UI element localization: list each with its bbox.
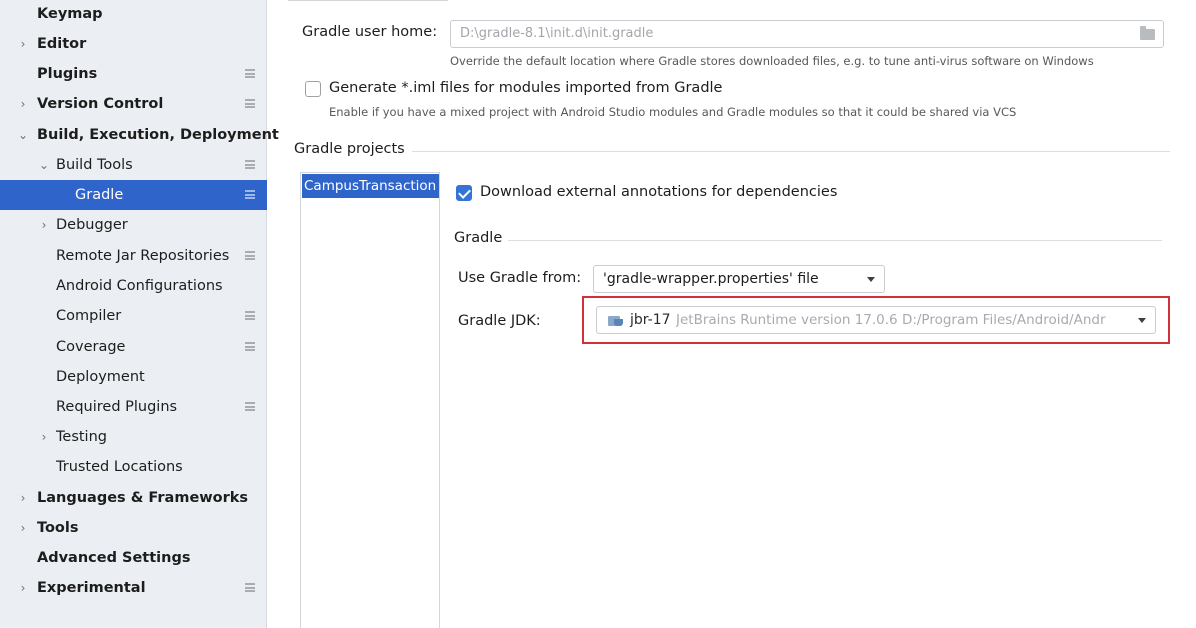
sidebar-item-debugger[interactable]: › Debugger xyxy=(0,210,267,240)
sidebar-item-trusted-locations[interactable]: Trusted Locations xyxy=(0,452,267,482)
sidebar-item-label: Coverage xyxy=(56,339,126,355)
sidebar-item-label: Tools xyxy=(37,520,79,536)
sidebar-item-label: Build Tools xyxy=(56,157,133,173)
sidebar-item-deployment[interactable]: Deployment xyxy=(0,362,267,392)
settings-scope-icon xyxy=(245,69,255,78)
gradle-jdk-label: Gradle JDK: xyxy=(458,313,541,329)
highlight-box: jbr-17 JetBrains Runtime version 17.0.6 … xyxy=(582,296,1170,344)
sidebar-item-label: Trusted Locations xyxy=(56,459,183,475)
chevron-right-icon[interactable]: › xyxy=(16,89,30,119)
sidebar-item-build-execution-deployment[interactable]: ⌄ Build, Execution, Deployment xyxy=(0,120,279,150)
sidebar-item-tools[interactable]: › Tools xyxy=(0,513,267,543)
settings-scope-icon xyxy=(245,342,255,351)
sidebar-item-label: Version Control xyxy=(37,96,164,112)
gradle-settings-panel: Gradle user home: D:\gradle-8.1\init.d\i… xyxy=(268,0,1196,628)
sidebar-item-remote-jar-repositories[interactable]: Remote Jar Repositories xyxy=(0,241,267,271)
sidebar-item-experimental[interactable]: › Experimental xyxy=(0,573,267,603)
gradle-jdk-description: JetBrains Runtime version 17.0.6 D:/Prog… xyxy=(676,312,1106,328)
sidebar-item-label: Android Configurations xyxy=(56,278,223,294)
sidebar-item-languages-frameworks[interactable]: › Languages & Frameworks xyxy=(0,483,267,513)
sidebar-item-label: Editor xyxy=(37,36,87,52)
sidebar-item-label: Deployment xyxy=(56,369,145,385)
section-divider xyxy=(288,0,448,2)
sidebar-item-version-control[interactable]: › Version Control xyxy=(0,89,267,119)
jdk-folder-icon xyxy=(608,314,624,326)
sidebar-item-coverage[interactable]: Coverage xyxy=(0,332,267,362)
gradle-user-home-label: Gradle user home: xyxy=(302,24,438,40)
download-annotations-checkbox[interactable] xyxy=(456,185,472,201)
chevron-down-icon[interactable]: ⌄ xyxy=(16,120,30,150)
chevron-down-icon xyxy=(867,277,875,282)
sidebar-item-advanced-settings[interactable]: Advanced Settings xyxy=(0,543,267,573)
settings-scope-icon xyxy=(245,190,255,199)
sidebar-item-compiler[interactable]: Compiler xyxy=(0,301,267,331)
sidebar-item-label: Required Plugins xyxy=(56,399,178,415)
project-item-selected[interactable]: CampusTransaction xyxy=(302,174,439,198)
gradle-projects-title: Gradle projects xyxy=(294,141,405,157)
settings-scope-icon xyxy=(245,583,255,592)
generate-iml-label: Generate *.iml files for modules importe… xyxy=(329,80,723,96)
sidebar-item-required-plugins[interactable]: Required Plugins xyxy=(0,392,267,422)
sidebar-item-label: Gradle xyxy=(75,187,124,203)
generate-iml-hint: Enable if you have a mixed project with … xyxy=(329,105,1017,119)
gradle-jdk-dropdown[interactable]: jbr-17 JetBrains Runtime version 17.0.6 … xyxy=(596,306,1156,334)
section-divider xyxy=(508,240,1162,241)
download-annotations-label: Download external annotations for depend… xyxy=(480,184,838,200)
chevron-right-icon[interactable]: › xyxy=(16,513,30,543)
gradle-projects-list: CampusTransaction xyxy=(300,172,440,628)
use-gradle-from-label: Use Gradle from: xyxy=(458,270,582,286)
gradle-user-home-field[interactable]: D:\gradle-8.1\init.d\init.gradle xyxy=(450,20,1164,48)
settings-scope-icon xyxy=(245,99,255,108)
sidebar-item-plugins[interactable]: Plugins xyxy=(0,59,267,89)
sidebar-item-label: Remote Jar Repositories xyxy=(56,248,230,264)
settings-sidebar: Keymap › Editor Plugins › Version Contro… xyxy=(0,0,279,628)
sidebar-item-build-tools[interactable]: ⌄ Build Tools xyxy=(0,150,267,180)
chevron-right-icon[interactable]: › xyxy=(16,483,30,513)
use-gradle-from-dropdown[interactable]: 'gradle-wrapper.properties' file xyxy=(593,265,885,293)
sidebar-item-label: Build, Execution, Deployment xyxy=(37,127,279,143)
settings-scope-icon xyxy=(245,311,255,320)
gradle-jdk-name: jbr-17 xyxy=(630,312,671,328)
chevron-down-icon[interactable]: ⌄ xyxy=(37,150,51,180)
sidebar-item-testing[interactable]: › Testing xyxy=(0,422,267,452)
gradle-user-home-value: D:\gradle-8.1\init.d\init.gradle xyxy=(460,26,654,41)
settings-scope-icon xyxy=(245,402,255,411)
sidebar-item-label: Plugins xyxy=(37,66,98,82)
sidebar-item-label: Keymap xyxy=(37,6,103,22)
gradle-user-home-hint: Override the default location where Grad… xyxy=(450,54,1094,68)
sidebar-item-label: Experimental xyxy=(37,580,146,596)
sidebar-item-label: Debugger xyxy=(56,217,128,233)
chevron-right-icon[interactable]: › xyxy=(37,210,51,240)
sidebar-item-label: Languages & Frameworks xyxy=(37,490,249,506)
section-divider xyxy=(412,151,1170,152)
gradle-section-title: Gradle xyxy=(454,230,503,246)
chevron-right-icon[interactable]: › xyxy=(16,573,30,603)
sidebar-item-gradle[interactable]: Gradle xyxy=(0,180,267,210)
sidebar-item-android-configurations[interactable]: Android Configurations xyxy=(0,271,267,301)
settings-scope-icon xyxy=(245,251,255,260)
folder-icon[interactable] xyxy=(1140,26,1155,40)
sidebar-item-label: Compiler xyxy=(56,308,122,324)
sidebar-item-label: Advanced Settings xyxy=(37,550,191,566)
sidebar-item-editor[interactable]: › Editor xyxy=(0,29,267,59)
use-gradle-from-value: 'gradle-wrapper.properties' file xyxy=(603,271,819,287)
generate-iml-checkbox[interactable] xyxy=(305,81,321,97)
chevron-down-icon xyxy=(1138,318,1146,323)
sidebar-item-label: Testing xyxy=(56,429,107,445)
settings-scope-icon xyxy=(245,160,255,169)
chevron-right-icon[interactable]: › xyxy=(37,422,51,452)
chevron-right-icon[interactable]: › xyxy=(16,29,30,59)
sidebar-item-keymap[interactable]: Keymap xyxy=(0,0,267,29)
